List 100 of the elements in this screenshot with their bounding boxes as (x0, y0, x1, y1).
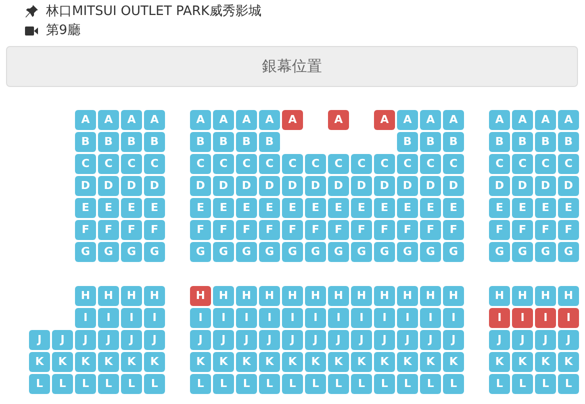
seat[interactable]: L (75, 374, 96, 394)
seat[interactable]: A (397, 110, 418, 130)
seat[interactable]: F (558, 220, 579, 240)
seat[interactable]: K (144, 352, 165, 372)
seat[interactable]: D (236, 176, 257, 196)
seat[interactable]: C (190, 154, 211, 174)
seat[interactable]: A (190, 110, 211, 130)
seat[interactable]: I (374, 308, 395, 328)
seat[interactable]: F (190, 220, 211, 240)
seat[interactable]: E (397, 198, 418, 218)
seat[interactable]: G (443, 242, 464, 262)
seat[interactable]: K (328, 352, 349, 372)
seat[interactable]: B (144, 132, 165, 152)
seat[interactable]: F (535, 220, 556, 240)
seat[interactable]: A (98, 110, 119, 130)
seat[interactable]: I (75, 308, 96, 328)
seat[interactable]: D (75, 176, 96, 196)
seat[interactable]: L (489, 374, 510, 394)
seat[interactable]: J (512, 330, 533, 350)
seat[interactable]: K (29, 352, 50, 372)
seat[interactable]: L (512, 374, 533, 394)
seat[interactable]: I (282, 308, 303, 328)
seat[interactable]: B (98, 132, 119, 152)
seat[interactable]: A (213, 110, 234, 130)
seat[interactable]: C (213, 154, 234, 174)
seat[interactable]: H (259, 286, 280, 306)
seat[interactable]: I (305, 308, 326, 328)
seat[interactable]: E (512, 198, 533, 218)
seat[interactable]: D (420, 176, 441, 196)
seat[interactable]: H (121, 286, 142, 306)
seat[interactable]: D (328, 176, 349, 196)
seat[interactable]: B (121, 132, 142, 152)
seat[interactable]: E (213, 198, 234, 218)
seat[interactable]: I (420, 308, 441, 328)
seat[interactable]: I (443, 308, 464, 328)
seat[interactable]: J (75, 330, 96, 350)
seat[interactable]: K (213, 352, 234, 372)
seat[interactable]: H (351, 286, 372, 306)
seat[interactable]: E (282, 198, 303, 218)
seat[interactable]: I (397, 308, 418, 328)
seat[interactable]: H (282, 286, 303, 306)
seat[interactable]: E (75, 198, 96, 218)
seat[interactable]: L (29, 374, 50, 394)
seat[interactable]: H (397, 286, 418, 306)
seat[interactable]: D (98, 176, 119, 196)
seat[interactable]: A (535, 110, 556, 130)
seat[interactable]: G (489, 242, 510, 262)
seat[interactable]: D (397, 176, 418, 196)
seat[interactable]: K (397, 352, 418, 372)
seat[interactable]: F (75, 220, 96, 240)
seat[interactable]: I (558, 308, 579, 328)
seat[interactable]: C (144, 154, 165, 174)
seat[interactable]: D (535, 176, 556, 196)
seat[interactable]: J (328, 330, 349, 350)
seat[interactable]: A (259, 110, 280, 130)
seat[interactable]: J (374, 330, 395, 350)
seat[interactable]: L (236, 374, 257, 394)
seat[interactable]: A (121, 110, 142, 130)
seat[interactable]: K (98, 352, 119, 372)
seat[interactable]: L (328, 374, 349, 394)
seat[interactable]: F (98, 220, 119, 240)
seat[interactable]: G (282, 242, 303, 262)
seat[interactable]: K (512, 352, 533, 372)
seat[interactable]: H (144, 286, 165, 306)
seat[interactable]: F (489, 220, 510, 240)
seat[interactable]: H (489, 286, 510, 306)
seat[interactable]: D (489, 176, 510, 196)
seat[interactable]: A (420, 110, 441, 130)
seat[interactable]: L (535, 374, 556, 394)
seat[interactable]: A (512, 110, 533, 130)
seat[interactable]: L (558, 374, 579, 394)
seat[interactable]: J (236, 330, 257, 350)
seat[interactable]: G (558, 242, 579, 262)
seat[interactable]: K (305, 352, 326, 372)
seat[interactable]: L (420, 374, 441, 394)
seat[interactable]: B (75, 132, 96, 152)
seat[interactable]: A (328, 110, 349, 130)
seat[interactable]: B (512, 132, 533, 152)
seat[interactable]: G (512, 242, 533, 262)
seat[interactable]: F (420, 220, 441, 240)
seat[interactable]: G (75, 242, 96, 262)
seat[interactable]: E (351, 198, 372, 218)
seat[interactable]: G (351, 242, 372, 262)
seat[interactable]: E (121, 198, 142, 218)
seat[interactable]: E (328, 198, 349, 218)
seat[interactable]: J (190, 330, 211, 350)
seat[interactable]: L (397, 374, 418, 394)
seat[interactable]: I (535, 308, 556, 328)
seat[interactable]: C (420, 154, 441, 174)
seat[interactable]: C (351, 154, 372, 174)
seat[interactable]: B (190, 132, 211, 152)
seat[interactable]: D (512, 176, 533, 196)
seat[interactable]: I (351, 308, 372, 328)
seat[interactable]: F (443, 220, 464, 240)
seat[interactable]: B (213, 132, 234, 152)
seat[interactable]: H (535, 286, 556, 306)
seat[interactable]: E (144, 198, 165, 218)
seat[interactable]: J (397, 330, 418, 350)
seat[interactable]: K (351, 352, 372, 372)
seat[interactable]: D (351, 176, 372, 196)
